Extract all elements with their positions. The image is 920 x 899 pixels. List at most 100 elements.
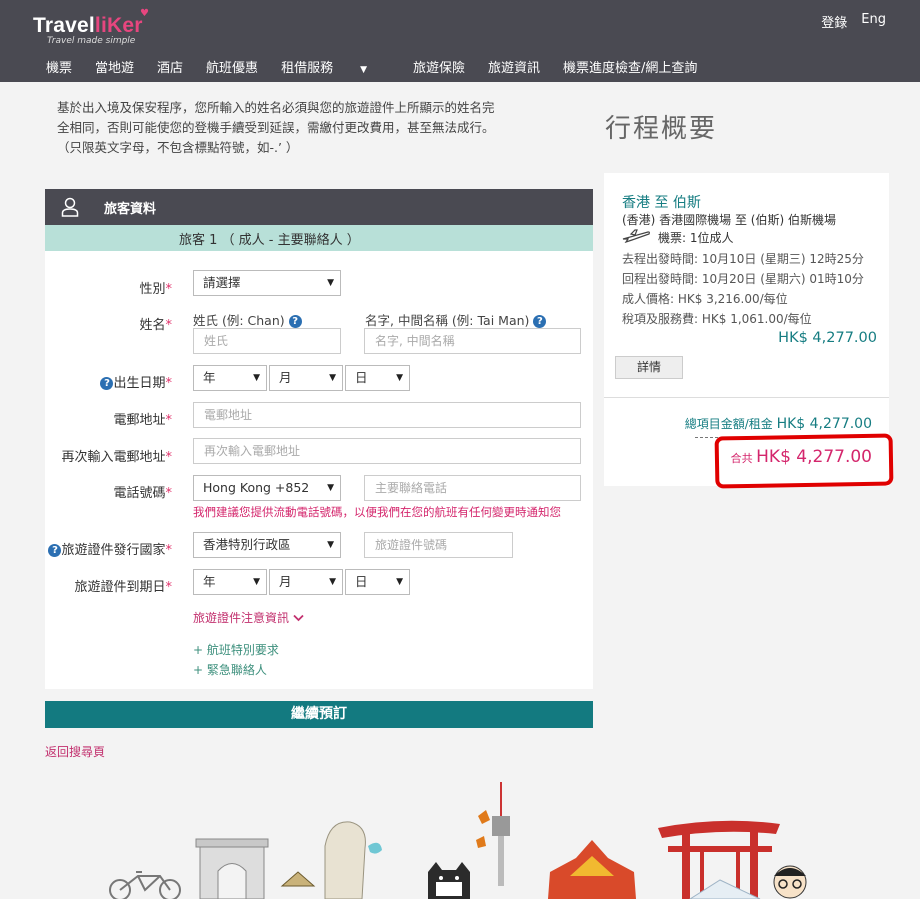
total-highlight-annotation [714,433,894,489]
continue-booking-button[interactable]: 繼續預訂 [45,701,593,728]
fare-total: HK$ 4,277.00 [778,330,877,346]
email-confirm-input[interactable]: 再次輸入電郵地址 [193,438,581,464]
email-label: 電郵地址* [45,409,172,428]
logo-text-b: liKer [94,14,143,37]
email-label-text: 電郵地址 [113,413,166,428]
name-label-text: 姓名 [139,318,166,333]
nav-flights[interactable]: 機票 [46,57,72,76]
subtotal-label: 總項目金額/租金 [684,417,773,431]
nav-rental-label: 租借服務 [281,61,334,76]
passenger-heading: 旅客 1 （ 成人 - 主要聯絡人 ） [45,225,593,251]
details-button[interactable]: 詳情 [615,356,683,379]
phone-label: 電話號碼* [45,482,172,501]
subtotal-amount: HK$ 4,277.00 [776,416,872,432]
surname-label: 姓氏 (例: Chan) ? [193,310,302,329]
logo-text-a: Travel [33,14,95,37]
doc-number-input[interactable]: 旅遊證件號碼 [364,532,513,558]
dob-label-text: 出生日期 [113,376,166,391]
chevron-down-icon [293,611,304,625]
help-icon[interactable]: ? [48,544,62,557]
nav-flight-deals[interactable]: 航班優惠 [206,57,258,76]
adult-price: 成人價格: HK$ 3,216.00/每位 [622,292,788,306]
required-mark: * [165,318,173,333]
given-name-input[interactable]: 名字, 中間名稱 [364,328,581,354]
top-header: TravelliKer ♥ Travel made simple 登錄 Eng … [0,0,920,82]
bicycle-icon [109,871,181,899]
divider [604,397,889,398]
face-icon [773,865,807,899]
nav-hotels[interactable]: 酒店 [157,57,183,76]
ticket-info: 機票: 1位成人 [622,229,734,246]
landmarks-illustration [0,776,920,899]
doc-expiry-year-select[interactable]: 年 [193,569,267,595]
help-icon[interactable]: ? [288,315,302,328]
nav-travel-info[interactable]: 旅遊資訊 [488,57,540,76]
travelliker-logo[interactable]: TravelliKer ♥ Travel made simple [33,8,149,46]
required-mark: * [165,282,173,297]
dob-year-select[interactable]: 年 [193,365,267,391]
doc-notes-label: 旅遊證件注意資訊 [193,611,290,625]
traveller-form: 旅客資料 旅客 1 （ 成人 - 主要聯絡人 ） 性別* 請選擇 姓名* 姓氏 … [45,189,593,689]
email-confirm-label-text: 再次輸入電郵地址 [61,450,166,465]
dob-label: ? 出生日期* [45,372,172,391]
leaf-icon [478,810,490,824]
name-label: 姓名* [45,314,172,333]
required-mark: * [165,450,173,465]
subtotal: 總項目金額/租金 HK$ 4,277.00 [685,415,872,432]
logo-tagline: Travel made simple [47,36,136,46]
summary-title: 行程概要 [605,114,718,144]
name-notice: 基於出入境及保安程序，您所輸入的姓名必須與您的旅遊證件上所顯示的姓名完全相同，否… [57,100,495,155]
required-mark: * [165,486,173,501]
airports-text: (香港) 香港國際機場 至 (伯斯) 伯斯機場 [622,213,836,227]
nav-rental[interactable]: 租借服務 ▼ [281,57,390,76]
person-icon [45,197,95,217]
tower-icon [492,782,510,886]
nav-insurance[interactable]: 旅遊保險 [413,57,465,76]
special-request-link[interactable]: + 航班特別要求 [193,641,279,658]
doc-notes-toggle[interactable]: 旅遊證件注意資訊 [193,609,304,626]
given-name-label: 名字, 中間名稱 (例: Tai Man) ? [365,310,547,329]
email-confirm-label: 再次輸入電郵地址* [45,446,172,465]
phone-hint: 我們建議您提供流動電話號碼，以便我們在您的航班有任何變更時通知您 [193,505,561,519]
nav-booking-check[interactable]: 機票進度檢查/網上查詢 [563,57,697,76]
help-icon[interactable]: ? [533,315,547,328]
cat-icon [428,862,470,899]
doc-expiry-day-select[interactable]: 日 [345,569,410,595]
back-to-search-link[interactable]: 返回搜尋頁 [45,743,105,760]
email-input[interactable]: 電郵地址 [193,402,581,428]
required-mark: * [165,413,173,428]
required-mark: * [165,543,173,558]
doc-country-label: ? 旅遊證件發行國家* [45,539,172,558]
gender-label: 性別* [45,278,172,297]
heart-icon: ♥ [140,8,149,19]
phone-input[interactable]: 主要聯絡電話 [364,475,581,501]
language-switch[interactable]: Eng [861,12,886,31]
dob-month-select[interactable]: 月 [269,365,343,391]
main-nav: 機票 當地遊 酒店 航班優惠 租借服務 ▼ 旅遊保險 旅遊資訊 機票進度檢查/網上… [46,57,720,76]
return-time: 回程出發時間: 10月20日 (星期六) 01時10分 [622,272,864,286]
nav-local-tours[interactable]: 當地遊 [95,57,134,76]
gender-select[interactable]: 請選擇 [193,270,341,296]
required-mark: * [165,580,173,595]
leaf-icon [476,836,486,848]
phone-country-code-select[interactable]: Hong Kong +852 [193,475,341,501]
doc-country-select[interactable]: 香港特別行政區 [193,532,341,558]
temple-icon [548,840,636,899]
doc-expiry-month-select[interactable]: 月 [269,569,343,595]
help-icon[interactable]: ? [100,377,114,390]
doc-country-label-text: 旅遊證件發行國家 [61,543,166,558]
taxes-fees: 稅項及服務費: HK$ 1,061.00/每位 [622,312,812,326]
login-link[interactable]: 登錄 [821,12,847,31]
arch-icon [195,838,269,899]
emergency-contact-link[interactable]: + 緊急聯絡人 [193,661,267,678]
surname-label-text: 姓氏 (例: Chan) [193,313,285,328]
airplane-icon [622,229,658,246]
phone-label-text: 電話號碼 [113,486,166,501]
surname-input[interactable]: 姓氏 [193,328,341,354]
dob-day-select[interactable]: 日 [345,365,410,391]
required-mark: * [165,376,173,391]
doc-expiry-label: 旅遊證件到期日* [45,576,172,595]
depart-time: 去程出發時間: 10月10日 (星期三) 12時25分 [622,252,864,266]
route-text: 香港 至 伯斯 [622,195,701,211]
ticket-text: 機票: 1位成人 [658,231,734,245]
